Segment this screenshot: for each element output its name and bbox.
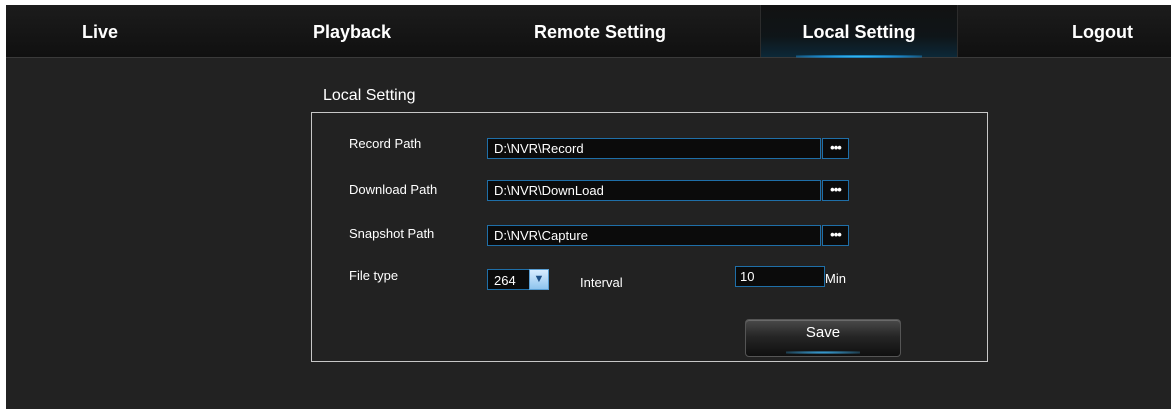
top-nav: Live Playback Remote Setting Local Setti… (6, 5, 1171, 58)
tab-live[interactable]: Live (82, 5, 118, 57)
save-button[interactable]: Save (745, 319, 901, 357)
file-type-label: File type (349, 268, 399, 283)
record-path-input[interactable] (487, 138, 821, 159)
snapshot-path-browse-button[interactable]: ••• (822, 225, 849, 246)
record-path-browse-button[interactable]: ••• (822, 138, 849, 159)
download-path-browse-button[interactable]: ••• (822, 180, 849, 201)
local-setting-panel: Record Path ••• Download Path ••• Snapsh… (311, 112, 988, 362)
snapshot-path-label: Snapshot Path (349, 226, 435, 241)
file-type-select[interactable]: 264 ▼ (487, 269, 549, 290)
tab-playback[interactable]: Playback (313, 5, 391, 57)
tab-local-setting[interactable]: Local Setting (760, 5, 958, 58)
download-path-label: Download Path (349, 182, 438, 197)
app-window: Live Playback Remote Setting Local Setti… (6, 5, 1171, 409)
tab-logout[interactable]: Logout (1072, 5, 1133, 57)
interval-label: Interval (580, 275, 623, 290)
tab-remote-setting[interactable]: Remote Setting (534, 5, 666, 57)
interval-input[interactable] (735, 266, 825, 287)
file-type-value: 264 (494, 273, 516, 288)
snapshot-path-input[interactable] (487, 225, 821, 246)
chevron-down-icon[interactable]: ▼ (529, 269, 549, 290)
interval-unit-label: Min (825, 271, 846, 286)
record-path-label: Record Path (349, 136, 422, 151)
page-title: Local Setting (323, 87, 416, 104)
download-path-input[interactable] (487, 180, 821, 201)
